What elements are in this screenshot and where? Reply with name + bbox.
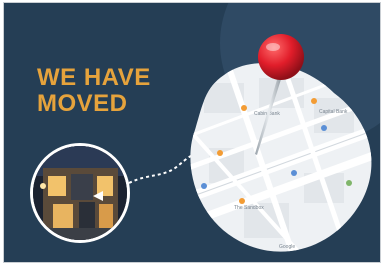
headline: WE HAVE MOVED	[37, 65, 151, 117]
arrow-icon	[93, 191, 103, 201]
storefront-photo	[30, 143, 130, 243]
map-label-2: Capital Bank	[319, 109, 348, 115]
map-label-3: The Sandbox	[234, 205, 264, 211]
map-pin-icon	[255, 34, 304, 155]
promo-banner: WE HAVE MOVED Capital Bank The Sandbox G…	[3, 2, 381, 263]
map-label-4: Google	[279, 244, 295, 250]
headline-line-2: MOVED	[37, 90, 128, 117]
headline-line-1: WE HAVE	[37, 64, 151, 91]
